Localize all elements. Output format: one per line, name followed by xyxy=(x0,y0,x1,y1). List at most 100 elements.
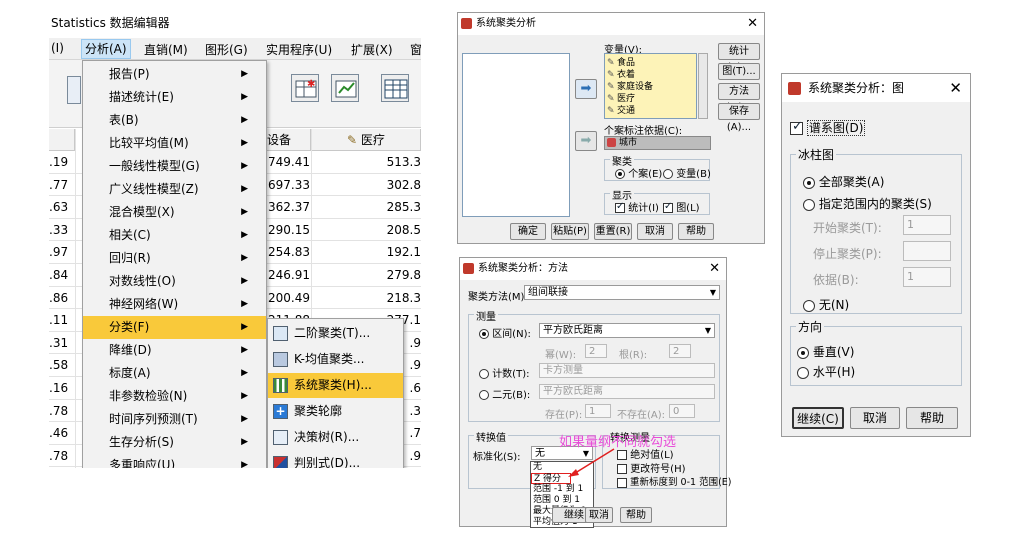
menu-window[interactable]: 窗 xyxy=(410,41,421,58)
toolbar-icon[interactable] xyxy=(67,76,81,104)
label-cases-field[interactable]: 城市 xyxy=(604,136,711,150)
analyze-menu-item[interactable]: 降维(D) ▶ xyxy=(83,339,266,362)
move-variables-button[interactable]: ➡ xyxy=(575,79,597,99)
cell-value[interactable]: 218.3 xyxy=(387,291,421,305)
menu-utilities[interactable]: 实用程序(U) xyxy=(266,41,332,58)
cell-value[interactable]: 302.8 xyxy=(387,178,421,192)
analyze-menu-item[interactable]: 比较平均值(M) ▶ xyxy=(83,132,266,155)
checkbox-display-statistics[interactable]: 统计(I) xyxy=(615,199,659,214)
help-button[interactable]: 帮助 xyxy=(906,407,958,429)
submenu-kmeans-cluster[interactable]: K-均值聚类... xyxy=(268,347,403,372)
submenu-hierarchical-cluster[interactable]: 系统聚类(H)... xyxy=(268,373,403,398)
value-labels-icon[interactable] xyxy=(381,74,409,102)
cell-value[interactable]: 362.37 xyxy=(268,200,310,214)
by-input[interactable]: 1 xyxy=(903,267,951,287)
cell-value[interactable]: .31 xyxy=(49,336,68,350)
method-button[interactable]: 方法(M)... xyxy=(718,83,760,113)
cell-value[interactable]: 290.15 xyxy=(268,223,310,237)
cell-value[interactable]: .19 xyxy=(49,155,68,169)
cell-value[interactable]: .97 xyxy=(49,245,68,259)
move-label-button[interactable]: ➡ xyxy=(575,131,597,151)
analyze-menu-item[interactable]: 混合模型(X) ▶ xyxy=(83,201,266,224)
analyze-menu-item[interactable]: 相关(C) ▶ xyxy=(83,224,266,247)
power-select[interactable]: 2 xyxy=(585,344,607,358)
ok-button[interactable]: 确定 xyxy=(510,223,546,240)
analyze-menu-item[interactable]: 时间序列预测(T) ▶ xyxy=(83,408,266,431)
cell-value[interactable]: .78 xyxy=(49,404,68,418)
option-item[interactable]: 范围 0 到 1 xyxy=(531,495,580,506)
statistics-button[interactable]: 统计(S)... xyxy=(718,43,760,73)
radio-interval[interactable]: 区间(N): xyxy=(479,325,531,340)
radio-binary[interactable]: 二元(B): xyxy=(479,386,530,401)
analyze-menu-item[interactable]: 描述统计(E) ▶ xyxy=(83,86,266,109)
menu-analyze[interactable]: 分析(A) xyxy=(81,39,131,59)
submenu-twostep-cluster[interactable]: 二阶聚类(T)... xyxy=(268,321,403,346)
cell-value[interactable]: .3 xyxy=(410,404,421,418)
column-header[interactable] xyxy=(49,129,75,151)
close-icon[interactable]: ✕ xyxy=(949,74,962,102)
checkbox-change-sign[interactable]: 更改符号(H) xyxy=(617,460,686,475)
interval-select[interactable]: 平方欧氏距离 ▼ xyxy=(539,323,715,338)
root-select[interactable]: 2 xyxy=(669,344,691,358)
radio-none[interactable]: 无(N) xyxy=(803,296,849,313)
analyze-menu-item[interactable]: 生存分析(S) ▶ xyxy=(83,431,266,454)
save-button[interactable]: 保存(A)... xyxy=(718,103,760,133)
select-cases-icon[interactable] xyxy=(331,74,359,102)
plots-button[interactable]: 图(T)... xyxy=(718,63,760,80)
close-icon[interactable]: ✕ xyxy=(747,13,758,35)
stop-cluster-input[interactable] xyxy=(903,241,951,261)
cell-value[interactable]: 279.8 xyxy=(387,268,421,282)
submenu-decision-tree[interactable]: 决策树(R)... xyxy=(268,425,403,450)
column-header-medical[interactable]: ✎ 医疗 xyxy=(311,129,421,151)
help-button[interactable]: 帮助 xyxy=(678,223,714,240)
analyze-menu-item[interactable]: 一般线性模型(G) ▶ xyxy=(83,155,266,178)
cell-value[interactable]: .6 xyxy=(410,381,421,395)
menu-direct-marketing[interactable]: 直销(M) xyxy=(144,41,188,58)
radio-counts[interactable]: 计数(T): xyxy=(479,365,529,380)
radio-cluster-variables[interactable]: 变量(B) xyxy=(663,165,711,180)
cell-value[interactable]: 192.1 xyxy=(387,245,421,259)
variables-scrollbar[interactable] xyxy=(698,53,708,119)
variables-list[interactable]: ✎ 食品 ✎ 衣着 ✎ 家庭设备 ✎ 医疗 ✎ 交通 xyxy=(604,53,697,119)
insert-cases-icon[interactable]: ✱ xyxy=(291,74,319,102)
reset-button[interactable]: 重置(R) xyxy=(594,223,632,240)
radio-horizontal[interactable]: 水平(H) xyxy=(797,363,855,380)
cancel-button[interactable]: 取消 xyxy=(637,223,673,240)
analyze-menu-item[interactable]: 多重响应(U) ▶ xyxy=(83,454,266,468)
cell-value[interactable]: .86 xyxy=(49,291,68,305)
cell-value[interactable]: .16 xyxy=(49,381,68,395)
cell-value[interactable]: 285.3 xyxy=(387,200,421,214)
cell-value[interactable]: 246.91 xyxy=(268,268,310,282)
menu-extensions[interactable]: 扩展(X) xyxy=(351,41,393,58)
analyze-menu-item[interactable]: 非参数检验(N) ▶ xyxy=(83,385,266,408)
cancel-button[interactable]: 取消 xyxy=(585,507,613,523)
checkbox-rescale[interactable]: 重新标度到 0-1 范围(E) xyxy=(617,474,732,488)
close-icon[interactable]: ✕ xyxy=(709,258,720,280)
cell-value[interactable]: .9 xyxy=(410,358,421,372)
analyze-menu-item[interactable]: 广义线性模型(Z) ▶ xyxy=(83,178,266,201)
radio-vertical[interactable]: 垂直(V) xyxy=(797,343,854,360)
checkbox-dendrogram[interactable]: 谱系图(D) xyxy=(790,119,866,136)
checkbox-display-plots[interactable]: 图(L) xyxy=(663,199,700,214)
binary-select[interactable]: 平方欧氏距离 xyxy=(539,384,715,399)
cell-value[interactable]: .77 xyxy=(49,178,68,192)
analyze-menu-item[interactable]: 神经网络(W) ▶ xyxy=(83,293,266,316)
cell-value[interactable]: .11 xyxy=(49,313,68,327)
variable-item[interactable]: ✎ 交通 xyxy=(607,103,635,116)
start-cluster-input[interactable]: 1 xyxy=(903,215,951,235)
cell-value[interactable]: .58 xyxy=(49,358,68,372)
cell-value[interactable]: 254.83 xyxy=(268,245,310,259)
cell-value[interactable]: .63 xyxy=(49,200,68,214)
analyze-menu-item[interactable]: 报告(P) ▶ xyxy=(83,63,266,86)
cell-value[interactable]: 200.49 xyxy=(268,291,310,305)
analyze-menu-item[interactable]: 表(B) ▶ xyxy=(83,109,266,132)
radio-all-clusters[interactable]: 全部聚类(A) xyxy=(803,173,884,190)
cell-value[interactable]: .33 xyxy=(49,223,68,237)
cell-value[interactable]: 697.33 xyxy=(268,178,310,192)
counts-select[interactable]: 卡方测量 xyxy=(539,363,715,378)
cancel-button[interactable]: 取消 xyxy=(850,407,900,429)
submenu-discriminant[interactable]: 判别式(D)... xyxy=(268,451,403,468)
continue-button[interactable]: 继续(C) xyxy=(792,407,844,429)
radio-cluster-cases[interactable]: 个案(E) xyxy=(615,165,662,180)
cell-value[interactable]: .9 xyxy=(410,449,421,463)
